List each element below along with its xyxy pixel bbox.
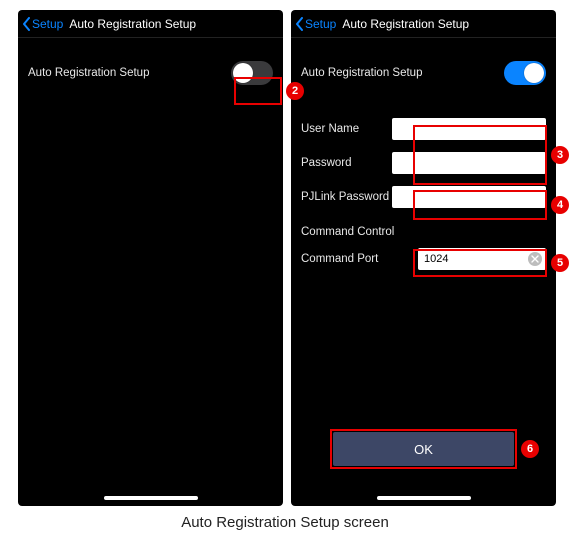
toggle-label: Auto Registration Setup xyxy=(28,67,231,79)
toggle-row: Auto Registration Setup xyxy=(291,56,556,90)
user-name-row: User Name xyxy=(291,112,556,146)
pjlink-password-field[interactable] xyxy=(392,186,546,208)
password-label: Password xyxy=(301,157,392,169)
chevron-left-icon xyxy=(295,17,305,31)
home-indicator xyxy=(104,496,198,500)
toggle-knob xyxy=(233,63,253,83)
user-name-label: User Name xyxy=(301,123,392,135)
phone-screenshot-right: Setup Auto Registration Setup Auto Regis… xyxy=(291,10,556,506)
chevron-left-icon xyxy=(22,17,32,31)
home-indicator xyxy=(377,496,471,500)
callout-number-3: 3 xyxy=(551,146,569,164)
navbar: Setup Auto Registration Setup xyxy=(18,10,283,38)
navbar: Setup Auto Registration Setup xyxy=(291,10,556,38)
ok-button[interactable]: OK xyxy=(333,432,514,466)
phone-screenshot-left: Setup Auto Registration Setup Auto Regis… xyxy=(18,10,283,506)
command-control-heading: Command Control xyxy=(291,214,556,242)
back-button[interactable]: Setup xyxy=(295,17,336,31)
command-port-row: Command Port xyxy=(291,242,556,276)
ok-label: OK xyxy=(414,442,433,457)
command-port-field[interactable] xyxy=(418,248,546,270)
callout-number-4: 4 xyxy=(551,196,569,214)
toggle-knob xyxy=(524,63,544,83)
pjlink-password-label: PJLink Password xyxy=(301,191,392,203)
callout-number-6: 6 xyxy=(521,440,539,458)
clear-icon[interactable] xyxy=(528,252,542,266)
figure-caption: Auto Registration Setup screen xyxy=(0,514,570,531)
auto-registration-toggle[interactable] xyxy=(504,61,546,85)
command-port-label: Command Port xyxy=(301,253,418,265)
toggle-row: Auto Registration Setup xyxy=(18,56,283,90)
callout-number-5: 5 xyxy=(551,254,569,272)
back-label: Setup xyxy=(305,17,336,31)
pjlink-password-row: PJLink Password xyxy=(291,180,556,214)
back-label: Setup xyxy=(32,17,63,31)
back-button[interactable]: Setup xyxy=(22,17,63,31)
password-field[interactable] xyxy=(392,152,546,174)
page-title: Auto Registration Setup xyxy=(342,17,552,31)
user-name-field[interactable] xyxy=(392,118,546,140)
auto-registration-toggle[interactable] xyxy=(231,61,273,85)
toggle-label: Auto Registration Setup xyxy=(301,67,504,79)
page-title: Auto Registration Setup xyxy=(69,17,279,31)
password-row: Password xyxy=(291,146,556,180)
callout-number-2: 2 xyxy=(286,82,304,100)
